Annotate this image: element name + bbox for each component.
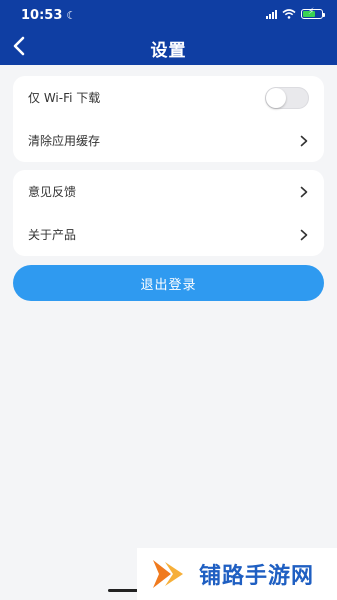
about-product-row[interactable]: 关于产品 [13, 213, 324, 256]
watermark: 铺路手游网 [137, 548, 337, 600]
signal-icon [266, 9, 277, 19]
logout-button[interactable]: 退出登录 [13, 265, 324, 301]
wifi-icon [282, 9, 296, 19]
moon-icon: ☾ [66, 9, 77, 22]
wifi-only-download-label: 仅 Wi-Fi 下载 [28, 91, 101, 105]
settings-group-1: 仅 Wi-Fi 下载 清除应用缓存 [13, 76, 324, 162]
battery-icon: ⚡ [301, 7, 325, 19]
chevron-right-icon [300, 229, 308, 240]
about-product-label: 关于产品 [28, 228, 77, 242]
status-icons: ⚡ [266, 7, 325, 19]
feedback-row[interactable]: 意见反馈 [13, 170, 324, 213]
status-bar: 10:53 ☾ ⚡ [0, 0, 337, 30]
chevron-right-icon [300, 186, 308, 197]
wifi-only-download-toggle[interactable] [265, 86, 309, 109]
top-bar: 10:53 ☾ ⚡ 设置 [0, 0, 337, 65]
home-indicator [108, 589, 138, 592]
chevron-right-icon [300, 135, 308, 146]
toggle-knob [266, 87, 286, 108]
clear-cache-label: 清除应用缓存 [28, 134, 101, 148]
feedback-label: 意见反馈 [28, 185, 77, 199]
status-time: 10:53 [21, 8, 63, 23]
clear-cache-row[interactable]: 清除应用缓存 [13, 119, 324, 162]
wifi-only-download-row: 仅 Wi-Fi 下载 [13, 76, 324, 119]
settings-group-2: 意见反馈 关于产品 [13, 170, 324, 256]
charging-icon: ⚡ [308, 7, 315, 17]
page-title: 设置 [150, 41, 187, 61]
status-time-group: 10:53 ☾ [21, 8, 76, 23]
watermark-logo-icon [153, 560, 183, 588]
watermark-text: 铺路手游网 [199, 564, 315, 589]
